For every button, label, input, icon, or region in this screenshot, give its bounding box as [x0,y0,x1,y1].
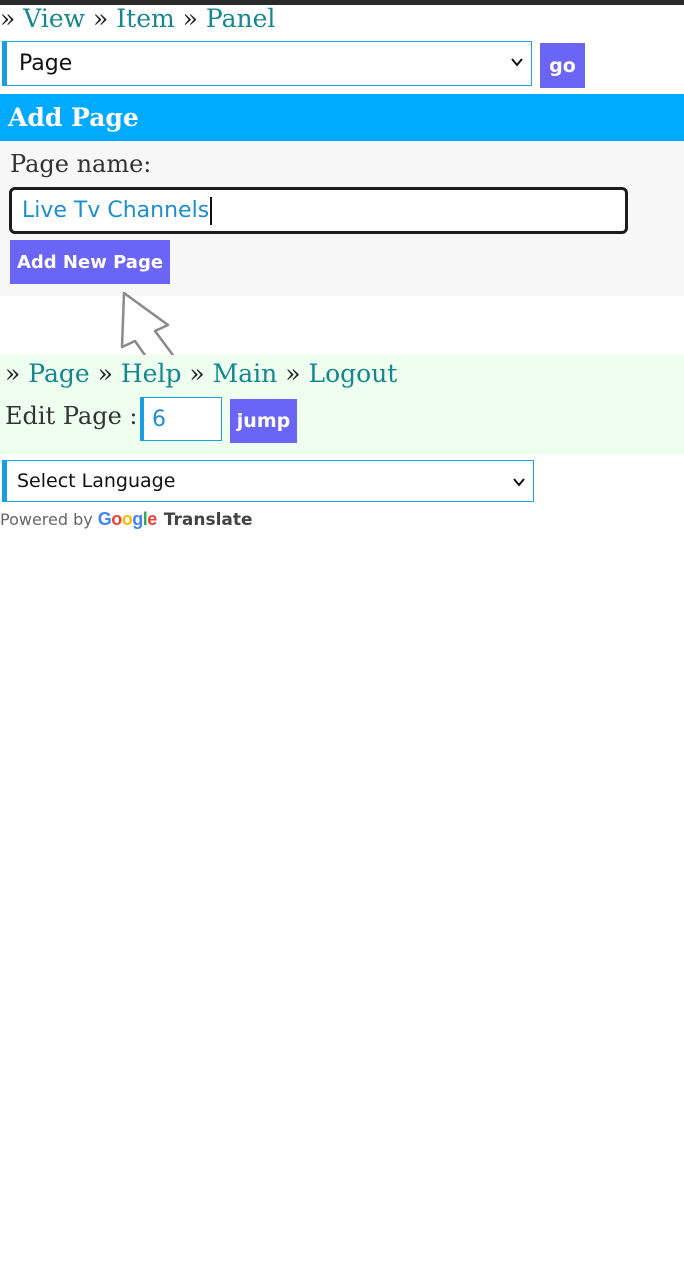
add-page-header: Add Page [0,94,684,141]
google-logo: Google [97,509,158,530]
footer-link-logout[interactable]: Logout [308,359,397,388]
breadcrumb-separator: » [5,359,21,388]
page-name-label: Page name: [10,150,152,178]
edit-page-label: Edit Page : [5,402,138,430]
footer-link-main[interactable]: Main [213,359,278,388]
language-select-value: Select Language [17,470,176,492]
edit-page-value: 6 [152,406,166,432]
breadcrumb-separator: » [182,4,198,33]
footer-breadcrumb: » Page » Help » Main » Logout [5,358,397,390]
page-type-select-value: Page [19,51,73,76]
nav-link-panel[interactable]: Panel [206,4,276,33]
google-logo-letter: e [147,509,157,529]
breadcrumb-separator: » [93,4,109,33]
breadcrumb-separator: » [97,359,113,388]
jump-button[interactable]: jump [230,399,297,443]
google-logo-letter: g [132,509,143,529]
top-breadcrumb: » View » Item » Panel [0,4,275,34]
google-logo-letter: G [97,509,112,529]
chevron-down-icon [513,478,525,487]
language-select[interactable]: Select Language [2,460,534,502]
breadcrumb-separator: » [285,359,301,388]
nav-link-view[interactable]: View [23,4,85,33]
breadcrumb-separator: » [0,4,16,33]
page-name-value: Live Tv Channels [22,198,210,223]
page-name-input[interactable]: Live Tv Channels [9,187,628,234]
footer-link-page[interactable]: Page [28,359,89,388]
footer-link-help[interactable]: Help [121,359,182,388]
google-logo-letter: o [121,509,133,529]
translate-link[interactable]: Translate [164,510,253,530]
google-translate-credit: Powered by Google Translate [0,509,253,530]
breadcrumb-separator: » [189,359,205,388]
add-new-page-button[interactable]: Add New Page [10,240,170,284]
page-type-select[interactable]: Page [2,41,532,86]
text-caret [210,196,213,225]
chevron-down-icon [511,58,523,67]
edit-page-input[interactable]: 6 [140,397,222,441]
google-logo-letter: o [111,509,122,529]
go-button[interactable]: go [540,43,585,88]
nav-link-item[interactable]: Item [116,4,174,33]
powered-by-label: Powered by [0,510,93,529]
